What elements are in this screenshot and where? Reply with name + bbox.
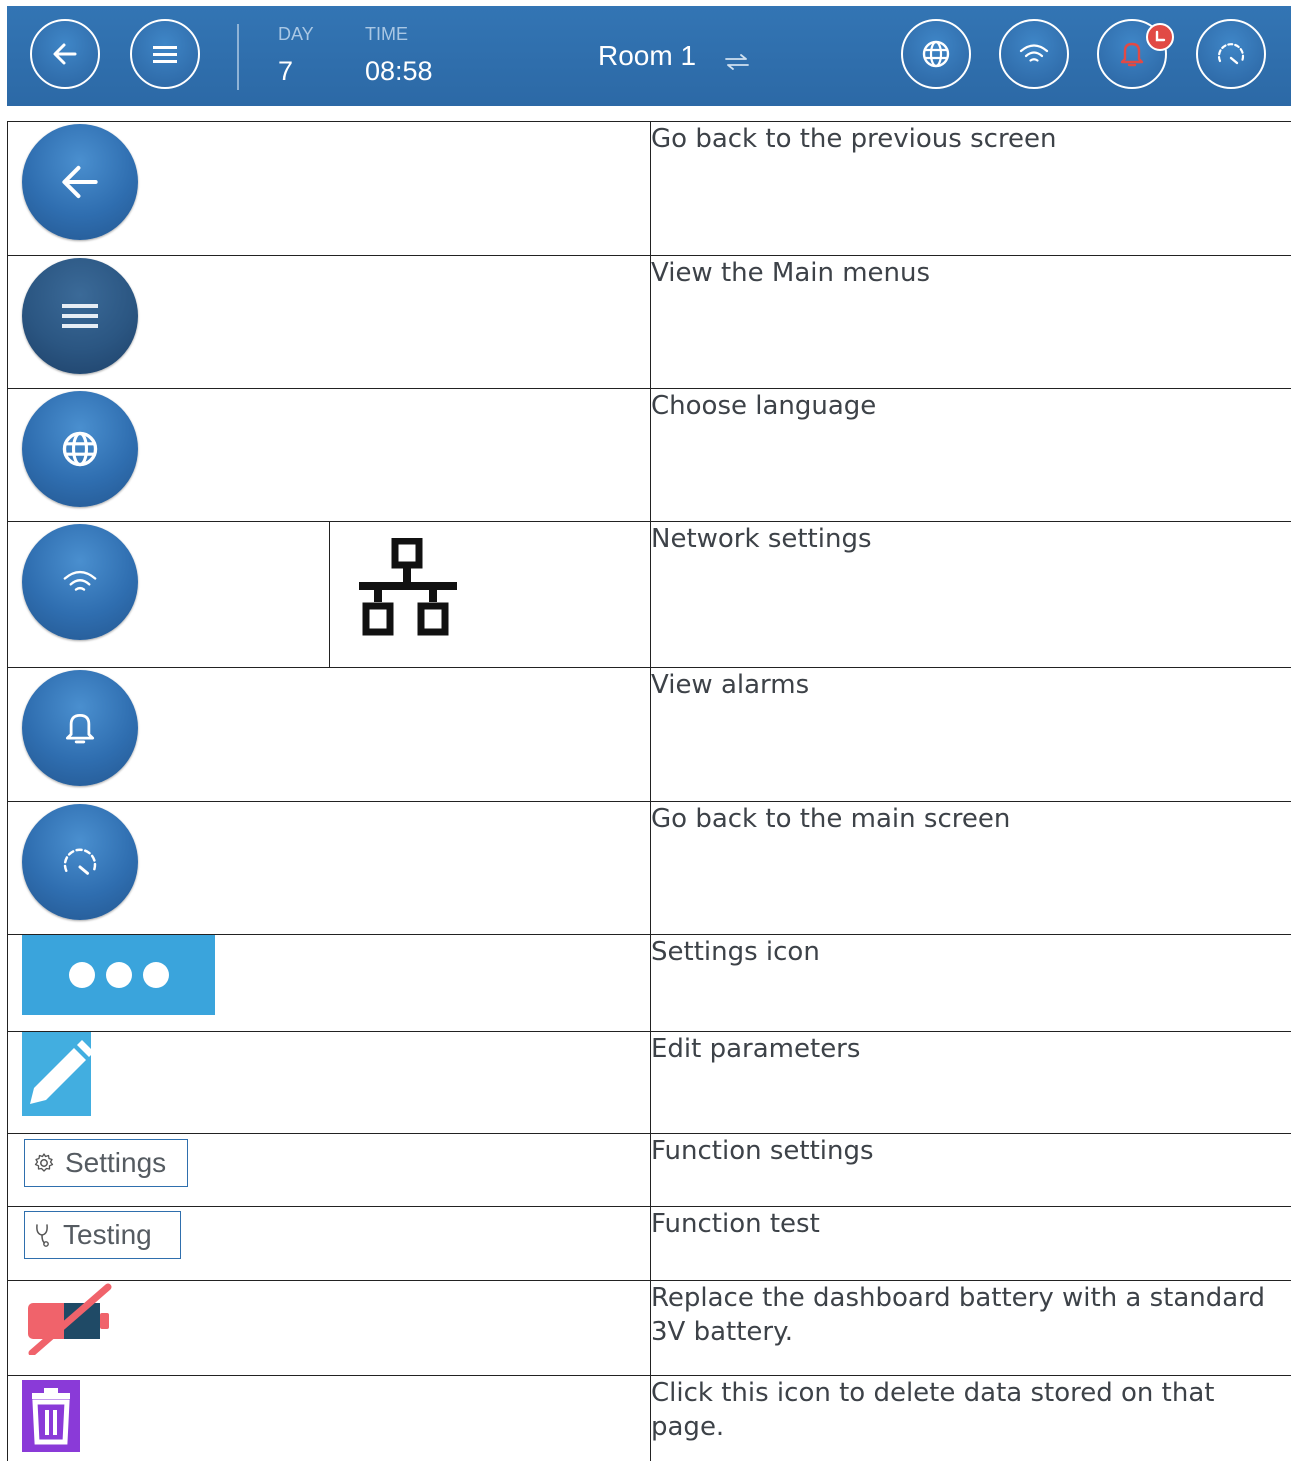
- icon-cell: [329, 521, 651, 668]
- network-button: [22, 524, 138, 640]
- network-icon: [359, 538, 457, 636]
- back-arrow-icon: [53, 43, 77, 65]
- description-cell: Network settings: [650, 521, 1291, 668]
- wifi-icon: [63, 570, 97, 591]
- pencil-icon: [22, 1032, 94, 1116]
- table-row: Choose language: [7, 388, 1291, 522]
- table-row: Settings Function settings: [7, 1133, 1291, 1207]
- network-button[interactable]: [999, 19, 1069, 89]
- icon-cell: [7, 388, 651, 522]
- table-row: Click this icon to delete data stored on…: [7, 1375, 1291, 1461]
- header-divider: [237, 24, 239, 90]
- stethoscope-icon: [36, 1224, 49, 1247]
- time-value: 08:58: [365, 56, 433, 86]
- back-button[interactable]: [30, 19, 100, 89]
- wifi-icon: [1019, 44, 1049, 62]
- description-cell: Function test: [650, 1206, 1291, 1281]
- icon-cell: Settings: [7, 1133, 651, 1207]
- settings-tab: Settings: [24, 1139, 188, 1187]
- back-arrow-icon: [62, 165, 98, 199]
- description-cell: Go back to the previous screen: [650, 121, 1291, 256]
- table-row: View alarms: [7, 667, 1291, 802]
- icon-cell: [7, 1375, 651, 1461]
- battery-crossed-icon: [28, 1283, 112, 1355]
- clock-icon: [1155, 30, 1166, 42]
- dots-icon: [22, 935, 215, 1015]
- icon-cell: [7, 255, 651, 389]
- description-cell: Choose language: [650, 388, 1291, 522]
- bell-icon: [65, 713, 95, 744]
- trash-icon: [22, 1380, 80, 1452]
- icon-cell: [7, 121, 651, 256]
- menu-icon: [153, 46, 177, 63]
- time-label: TIME: [365, 24, 408, 44]
- icon-legend-table: Go back to the previous screen View the …: [7, 121, 1291, 1461]
- description-cell: Go back to the main screen: [650, 801, 1291, 935]
- swap-icon[interactable]: [723, 54, 751, 70]
- icon-cell: [7, 1280, 651, 1376]
- language-button[interactable]: [901, 19, 971, 89]
- table-row: Replace the dashboard battery with a sta…: [7, 1280, 1291, 1376]
- menu-button[interactable]: [130, 19, 200, 89]
- alarm-badge: [1146, 23, 1174, 51]
- gauge-icon: [63, 848, 97, 875]
- table-row: Go back to the previous screen: [7, 121, 1291, 256]
- icon-cell: [7, 934, 651, 1032]
- description-cell: Function settings: [650, 1133, 1291, 1207]
- menu-icon: [62, 304, 98, 328]
- globe-icon: [922, 40, 950, 68]
- menu-button: [22, 258, 138, 374]
- top-bar: DAY 7 TIME 08:58 Room 1: [7, 6, 1291, 106]
- globe-icon: [62, 431, 98, 467]
- language-button: [22, 391, 138, 507]
- icon-cell: [7, 667, 651, 802]
- icon-cell: [7, 801, 651, 935]
- dashboard-button[interactable]: [1196, 19, 1266, 89]
- table-row: Testing Function test: [7, 1206, 1291, 1281]
- description-cell: View the Main menus: [650, 255, 1291, 389]
- description-cell: Settings icon: [650, 934, 1291, 1032]
- testing-tab-label: Testing: [63, 1219, 152, 1250]
- table-row: Settings icon: [7, 934, 1291, 1032]
- day-value: 7: [278, 56, 294, 86]
- testing-tab: Testing: [24, 1211, 181, 1259]
- table-row: Go back to the main screen: [7, 801, 1291, 935]
- table-row: Network settings: [7, 521, 1291, 668]
- description-cell: View alarms: [650, 667, 1291, 802]
- dashboard-button: [22, 804, 138, 920]
- description-cell: Click this icon to delete data stored on…: [650, 1375, 1291, 1461]
- gauge-icon: [1217, 43, 1245, 65]
- room-name[interactable]: Room 1: [598, 40, 696, 72]
- settings-tab-label: Settings: [65, 1147, 167, 1178]
- table-row: Edit parameters: [7, 1031, 1291, 1134]
- icon-cell: [7, 1031, 651, 1134]
- gear-icon: [34, 1153, 54, 1172]
- alarms-button: [22, 670, 138, 786]
- icon-cell: Testing: [7, 1206, 651, 1281]
- back-button: [22, 124, 138, 240]
- icon-cell: [7, 521, 330, 668]
- description-cell: Replace the dashboard battery with a sta…: [650, 1280, 1291, 1376]
- day-label: DAY: [278, 24, 314, 44]
- description-cell: Edit parameters: [650, 1031, 1291, 1134]
- table-row: View the Main menus: [7, 255, 1291, 389]
- bell-icon: [1120, 42, 1144, 67]
